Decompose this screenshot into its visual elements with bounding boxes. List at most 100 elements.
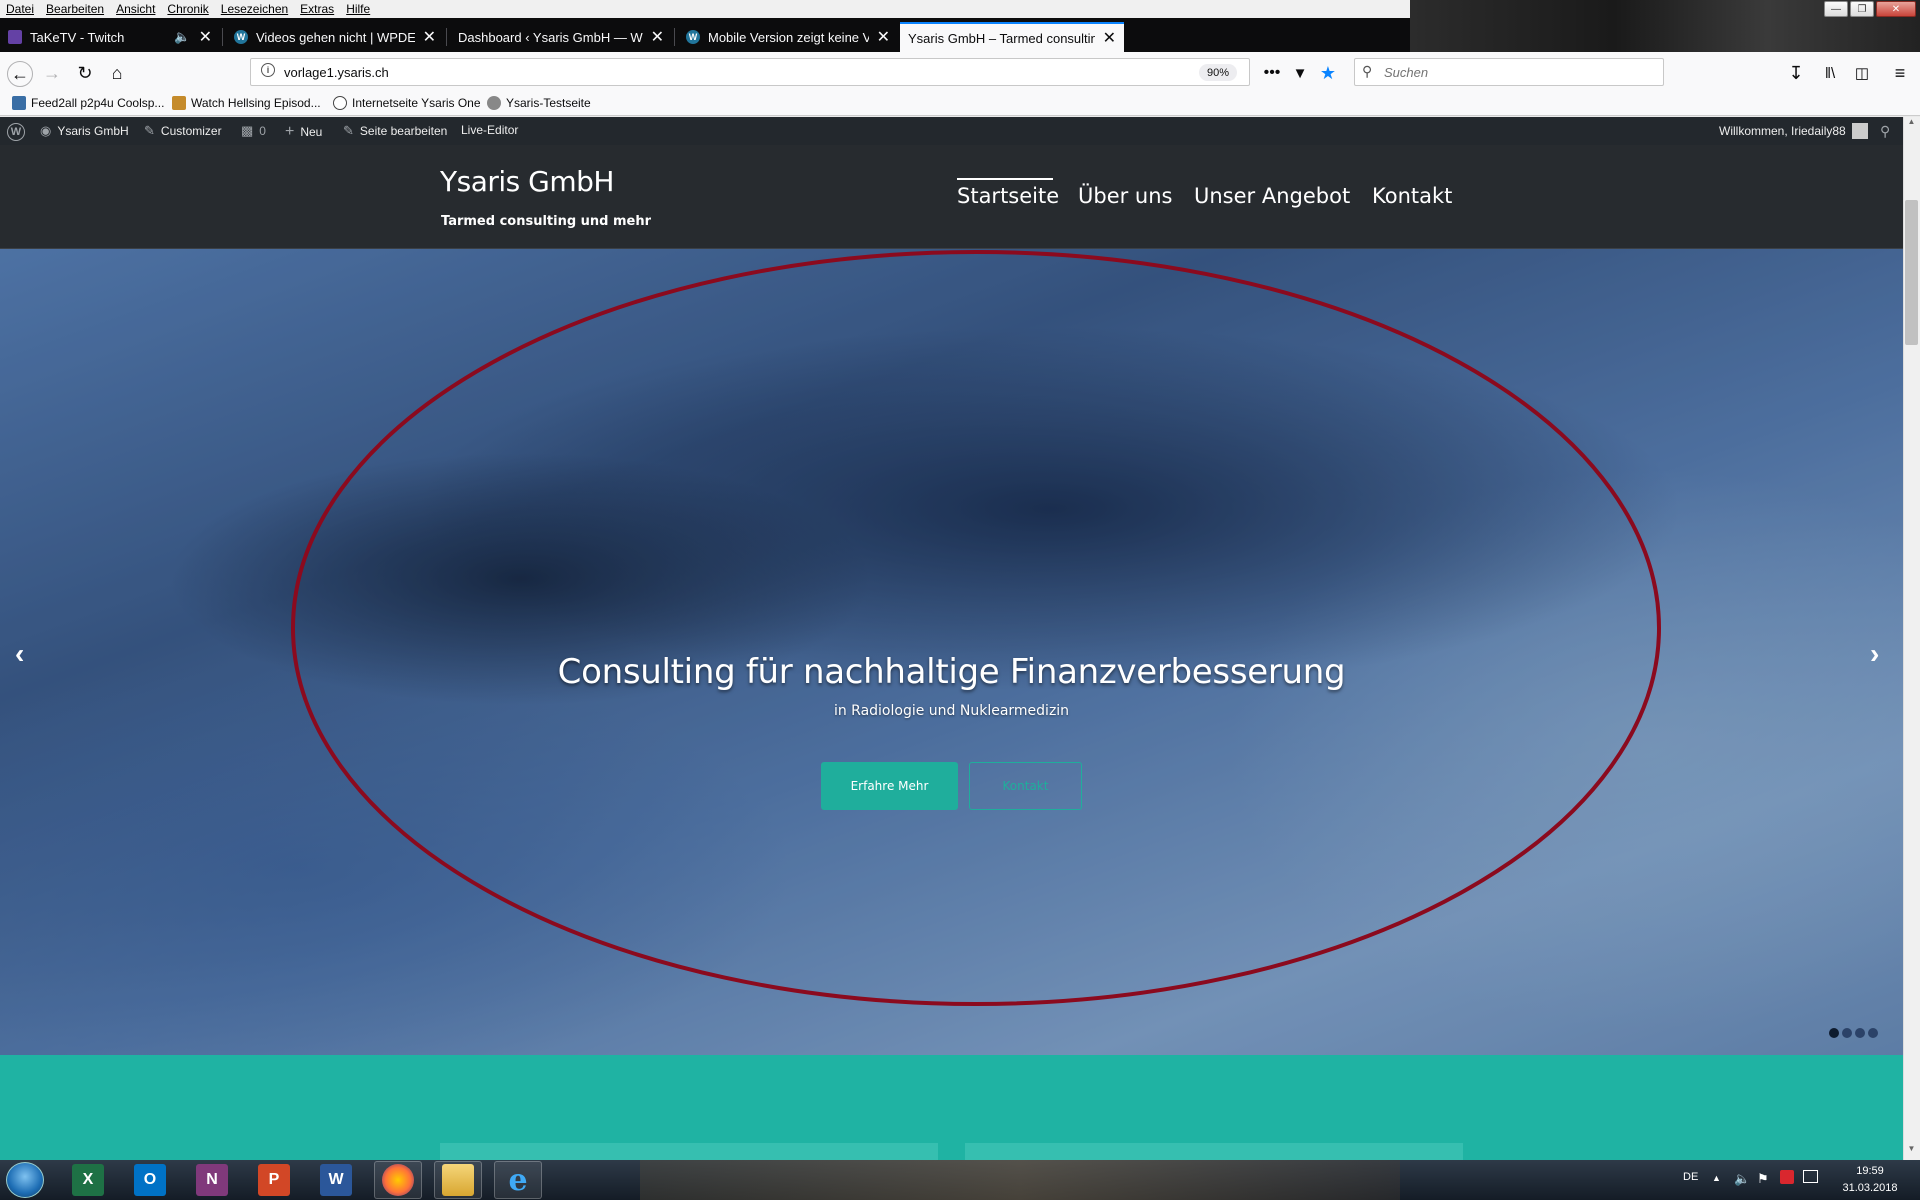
menu-extras[interactable]: Extras	[294, 0, 340, 18]
library-icon[interactable]: ‖\	[1818, 61, 1842, 85]
wp-edit-page-link[interactable]: ✎ Seite bearbeiten	[343, 123, 447, 139]
menu-ansicht[interactable]: Ansicht	[110, 0, 161, 18]
bookmark-label: Internetseite Ysaris One	[352, 96, 481, 110]
wordpress-icon: W	[686, 30, 700, 44]
volume-icon[interactable]: 🔈	[1734, 1171, 1750, 1187]
site-header	[0, 145, 1903, 249]
bookmark-icon	[172, 96, 186, 110]
taskbar-wallpaper	[640, 1160, 1400, 1200]
menu-lesezeichen[interactable]: Lesezeichen	[215, 0, 294, 18]
tab-ysaris-active[interactable]: Ysaris GmbH – Tarmed consulting und mehr…	[900, 22, 1124, 52]
menu-bearbeiten[interactable]: Bearbeiten	[40, 0, 110, 18]
pocket-icon[interactable]: ▼	[1288, 61, 1312, 85]
wp-customizer-link[interactable]: ✎ Customizer	[144, 123, 222, 139]
forward-icon[interactable]: →	[40, 61, 64, 85]
twitch-icon	[8, 30, 22, 44]
maximize-button[interactable]: ❐	[1850, 1, 1874, 17]
wp-comments-link[interactable]: ▩ 0	[241, 123, 266, 139]
search-placeholder: Suchen	[1384, 65, 1429, 80]
info-icon[interactable]: i	[261, 63, 275, 77]
explorer-icon[interactable]	[442, 1164, 474, 1196]
slider-dot[interactable]	[1855, 1028, 1865, 1038]
chevron-left-icon[interactable]: ‹	[15, 638, 24, 670]
reload-icon[interactable]: ↻	[73, 61, 97, 85]
window-controls: — ❐ ✕	[1824, 1, 1916, 17]
tab-dashboard[interactable]: Dashboard ‹ Ysaris GmbH — WordPress ✕	[450, 22, 672, 52]
outlook-icon[interactable]: O	[134, 1164, 166, 1196]
bookmark-ysaris-one[interactable]: Internetseite Ysaris One	[333, 96, 481, 110]
powerpoint-icon[interactable]: P	[258, 1164, 290, 1196]
nav-unser-angebot[interactable]: Unser Angebot	[1194, 184, 1350, 208]
slider-dot[interactable]	[1868, 1028, 1878, 1038]
close-window-button[interactable]: ✕	[1876, 1, 1916, 17]
tab-label: Mobile Version zeigt keine Videos	[708, 29, 869, 45]
bookmark-label: Feed2all p2p4u Coolsp...	[31, 96, 165, 110]
firefox-icon[interactable]	[382, 1164, 414, 1196]
chevron-right-icon[interactable]: ›	[1870, 638, 1879, 670]
bookmark-ysaris-testseite[interactable]: Ysaris-Testseite	[487, 96, 591, 110]
slider-dot[interactable]	[1829, 1028, 1839, 1038]
dashboard-icon: ◉	[40, 123, 52, 138]
url-text[interactable]: vorlage1.ysaris.ch	[284, 65, 389, 80]
sidebar-icon[interactable]: ◫	[1850, 61, 1874, 85]
url-bar[interactable]	[250, 58, 1250, 86]
wp-live-editor-link[interactable]: Live-Editor	[461, 123, 518, 137]
tray-expand-icon[interactable]: ▲	[1712, 1173, 1721, 1183]
scroll-up-icon[interactable]: ▲	[1904, 117, 1919, 133]
search-icon[interactable]: ⚲	[1880, 123, 1890, 140]
learn-more-button[interactable]: Erfahre Mehr	[821, 762, 958, 810]
nav-kontakt[interactable]: Kontakt	[1372, 184, 1452, 208]
tab-mobile-version[interactable]: W Mobile Version zeigt keine Videos ✕	[678, 22, 898, 52]
back-icon[interactable]: ←	[7, 61, 33, 87]
wp-site-link[interactable]: ◉ Ysaris GmbH	[40, 123, 129, 139]
language-indicator[interactable]: DE	[1683, 1171, 1698, 1183]
slider-dot[interactable]	[1842, 1028, 1852, 1038]
flag-icon[interactable]: ⚑	[1757, 1171, 1769, 1187]
plus-icon: +	[285, 123, 295, 140]
menu-chronik[interactable]: Chronik	[161, 0, 214, 18]
speaker-icon[interactable]: 🔈	[174, 29, 190, 45]
wordpress-logo-icon[interactable]: W	[7, 123, 25, 141]
close-tab-icon[interactable]: ✕	[651, 27, 664, 47]
close-tab-icon[interactable]: ✕	[1103, 28, 1116, 48]
site-title[interactable]: Ysaris GmbH	[440, 165, 614, 198]
contact-button[interactable]: Kontakt	[969, 762, 1082, 810]
onenote-icon[interactable]: N	[196, 1164, 228, 1196]
nav-startseite[interactable]: Startseite	[957, 184, 1059, 208]
bookmark-feed2all[interactable]: Feed2all p2p4u Coolsp...	[12, 96, 164, 110]
excel-icon[interactable]: X	[72, 1164, 104, 1196]
bookmark-hellsing[interactable]: Watch Hellsing Episod...	[172, 96, 321, 110]
scroll-down-icon[interactable]: ▼	[1904, 1144, 1919, 1160]
clock-date[interactable]: 31.03.2018	[1835, 1182, 1905, 1194]
close-tab-icon[interactable]: ✕	[423, 27, 436, 47]
scrollbar-thumb[interactable]	[1905, 200, 1918, 345]
wp-new-link[interactable]: + Neu	[285, 123, 322, 141]
pencil-icon: ✎	[343, 123, 354, 138]
zoom-indicator[interactable]: 90%	[1199, 64, 1237, 81]
hamburger-menu-icon[interactable]: ≡	[1888, 61, 1912, 85]
wp-account-menu[interactable]: Willkommen, Iriedaily88	[1719, 123, 1868, 139]
minimize-button[interactable]: —	[1824, 1, 1848, 17]
tab-wpde[interactable]: W Videos gehen nicht | WPDE.org ✕	[226, 22, 444, 52]
menu-datei[interactable]: Datei	[0, 0, 40, 18]
menu-hilfe[interactable]: Hilfe	[340, 0, 376, 18]
antivirus-icon[interactable]	[1780, 1170, 1794, 1184]
internet-explorer-icon[interactable]: e	[502, 1163, 534, 1198]
page-actions-icon[interactable]: •••	[1260, 61, 1284, 85]
tab-twitch[interactable]: TaKeTV - Twitch 🔈 ✕	[0, 22, 220, 52]
nav-ueber-uns[interactable]: Über uns	[1078, 184, 1173, 208]
home-icon[interactable]: ⌂	[105, 61, 129, 85]
tab-label: Ysaris GmbH – Tarmed consulting und mehr	[908, 30, 1095, 46]
start-button[interactable]	[6, 1162, 44, 1198]
tab-separator	[446, 28, 447, 46]
bookmark-star-icon[interactable]: ★	[1316, 61, 1340, 85]
close-tab-icon[interactable]: ✕	[877, 27, 890, 47]
download-icon[interactable]: ↧	[1784, 61, 1808, 85]
avatar	[1851, 123, 1868, 139]
feature-card	[965, 1143, 1463, 1160]
close-tab-icon[interactable]: ✕	[199, 27, 212, 47]
clock-time[interactable]: 19:59	[1840, 1165, 1900, 1177]
word-icon[interactable]: W	[320, 1164, 352, 1196]
bookmark-label: Ysaris-Testseite	[506, 96, 591, 110]
network-icon[interactable]	[1803, 1170, 1818, 1183]
